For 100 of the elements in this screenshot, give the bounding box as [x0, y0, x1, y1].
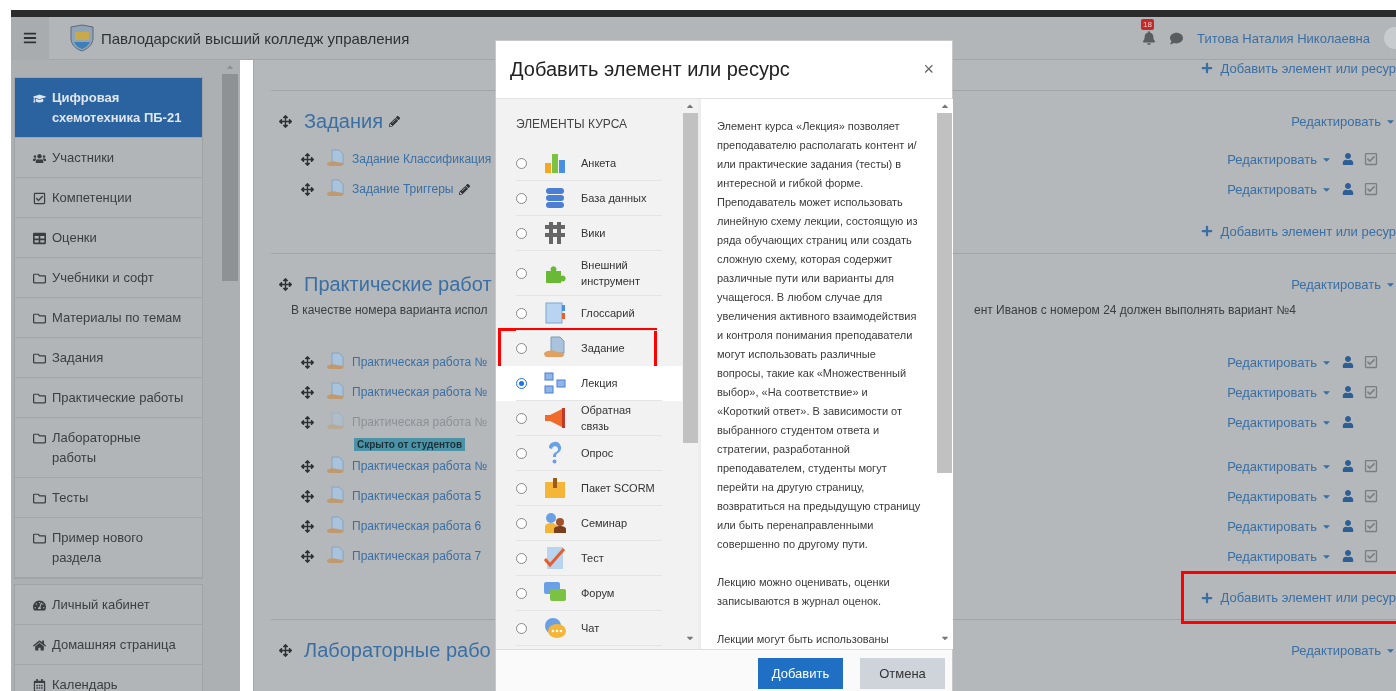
- radio-button[interactable]: [516, 517, 527, 529]
- move-icon[interactable]: [301, 489, 314, 503]
- activity-link[interactable]: Практическая работа №: [352, 355, 488, 369]
- nav-item[interactable]: Практические работы: [15, 378, 202, 418]
- edit-menu[interactable]: Редактировать: [1227, 548, 1332, 564]
- nav-item[interactable]: Задания: [15, 338, 202, 378]
- move-icon[interactable]: [301, 519, 314, 533]
- module-option[interactable]: Форум: [496, 576, 682, 611]
- user-icon[interactable]: [1342, 416, 1354, 428]
- cancel-button[interactable]: Отмена: [860, 658, 945, 689]
- user-icon[interactable]: [1342, 153, 1354, 165]
- nav-item[interactable]: Тесты: [15, 478, 202, 518]
- radio-button[interactable]: [516, 342, 527, 354]
- move-icon[interactable]: [301, 459, 314, 473]
- move-icon[interactable]: [279, 277, 292, 291]
- completion-checkbox-icon[interactable]: [1364, 182, 1378, 196]
- nav-item[interactable]: Пример нового раздела: [15, 518, 202, 578]
- menu-button[interactable]: [11, 16, 49, 60]
- nav-item[interactable]: Календарь: [15, 665, 202, 691]
- completion-checkbox-icon[interactable]: [1364, 549, 1378, 563]
- radio-button[interactable]: [516, 377, 527, 389]
- edit-menu[interactable]: Редактировать: [1291, 642, 1396, 658]
- nav-item[interactable]: Участники: [15, 138, 202, 178]
- move-icon[interactable]: [301, 415, 314, 429]
- activity-link[interactable]: Практическая работа 6: [352, 519, 482, 533]
- edit-menu[interactable]: Редактировать: [1227, 414, 1332, 430]
- completion-checkbox-icon[interactable]: [1364, 152, 1378, 166]
- user-icon[interactable]: [1342, 550, 1354, 562]
- edit-menu[interactable]: Редактировать: [1227, 354, 1332, 370]
- radio-button[interactable]: [516, 267, 527, 279]
- module-option[interactable]: Лекция: [496, 366, 682, 401]
- module-option[interactable]: Внешний инструмент: [496, 251, 682, 296]
- radio-button[interactable]: [516, 192, 527, 204]
- edit-menu[interactable]: Редактировать: [1227, 384, 1332, 400]
- move-icon[interactable]: [279, 114, 292, 128]
- module-option[interactable]: Опрос: [496, 436, 682, 471]
- move-icon[interactable]: [301, 355, 314, 369]
- user-icon[interactable]: [1342, 183, 1354, 195]
- completion-checkbox-icon[interactable]: [1364, 489, 1378, 503]
- bell-icon[interactable]: [1142, 31, 1157, 45]
- activity-link[interactable]: Практическая работа №: [352, 459, 488, 473]
- radio-button[interactable]: [516, 622, 527, 634]
- module-option[interactable]: Вики: [496, 216, 682, 251]
- module-option[interactable]: Задание: [501, 331, 654, 366]
- radio-button[interactable]: [516, 482, 527, 494]
- edit-menu[interactable]: Редактировать: [1227, 458, 1332, 474]
- module-option[interactable]: Обратная связь: [496, 401, 682, 436]
- edit-menu[interactable]: Редактировать: [1227, 488, 1332, 504]
- radio-button[interactable]: [516, 552, 527, 564]
- user-icon[interactable]: [1342, 520, 1354, 532]
- module-option[interactable]: Пакет SCORM: [496, 471, 682, 506]
- activity-link[interactable]: Задание Классификация: [352, 152, 492, 166]
- radio-button[interactable]: [516, 587, 527, 599]
- completion-checkbox-icon[interactable]: [1364, 385, 1378, 399]
- move-icon[interactable]: [301, 152, 314, 166]
- module-option[interactable]: Анкета: [496, 146, 682, 181]
- completion-checkbox-icon[interactable]: [1364, 459, 1378, 473]
- nav-item[interactable]: Цифровая схемотехника ПБ-21: [15, 78, 202, 138]
- edit-menu[interactable]: Редактировать: [1227, 151, 1332, 167]
- nav-item[interactable]: Домашняя страница: [15, 625, 202, 665]
- edit-menu[interactable]: Редактировать: [1291, 276, 1396, 292]
- edit-menu[interactable]: Редактировать: [1291, 113, 1396, 129]
- radio-button[interactable]: [516, 307, 527, 319]
- radio-button[interactable]: [516, 412, 527, 424]
- user-icon[interactable]: [1342, 356, 1354, 368]
- nav-item[interactable]: Материалы по темам: [15, 298, 202, 338]
- edit-menu[interactable]: Редактировать: [1227, 181, 1332, 197]
- activity-link[interactable]: Практическая работа №: [352, 385, 488, 399]
- nav-item[interactable]: Лабораторные работы: [15, 418, 202, 478]
- activity-link[interactable]: Задание Триггеры: [352, 182, 454, 196]
- radio-button[interactable]: [516, 227, 527, 239]
- nav-item[interactable]: Личный кабинет: [15, 585, 202, 625]
- move-icon[interactable]: [301, 182, 314, 196]
- add-button[interactable]: Добавить: [758, 658, 843, 689]
- move-icon[interactable]: [279, 643, 292, 657]
- completion-checkbox-icon[interactable]: [1364, 519, 1378, 533]
- scrollbar[interactable]: [936, 99, 953, 649]
- edit-menu[interactable]: Редактировать: [1227, 518, 1332, 534]
- move-icon[interactable]: [301, 385, 314, 399]
- user-icon[interactable]: [1342, 386, 1354, 398]
- add-activity-link[interactable]: Добавить элемент или ресур: [1200, 60, 1396, 76]
- pencil-icon[interactable]: [389, 115, 401, 127]
- module-option[interactable]: Глоссарий: [496, 296, 682, 331]
- module-option[interactable]: Чат: [496, 611, 682, 646]
- user-icon[interactable]: [1342, 490, 1354, 502]
- activity-link[interactable]: Практическая работа 5: [352, 489, 482, 503]
- nav-item[interactable]: Учебники и софт: [15, 258, 202, 298]
- completion-checkbox-icon[interactable]: [1364, 355, 1378, 369]
- move-icon[interactable]: [301, 549, 314, 563]
- module-option[interactable]: Тест: [496, 541, 682, 576]
- activity-link[interactable]: Практическая работа 7: [352, 549, 482, 563]
- nav-item[interactable]: Оценки: [15, 218, 202, 258]
- pencil-icon[interactable]: [459, 183, 471, 195]
- chat-icon[interactable]: [1170, 31, 1184, 45]
- radio-button[interactable]: [516, 157, 527, 169]
- radio-button[interactable]: [516, 447, 527, 459]
- module-option[interactable]: База данных: [496, 181, 682, 216]
- nav-item[interactable]: Компетенции: [15, 178, 202, 218]
- close-button[interactable]: ×: [919, 59, 938, 80]
- module-option[interactable]: Семинар: [496, 506, 682, 541]
